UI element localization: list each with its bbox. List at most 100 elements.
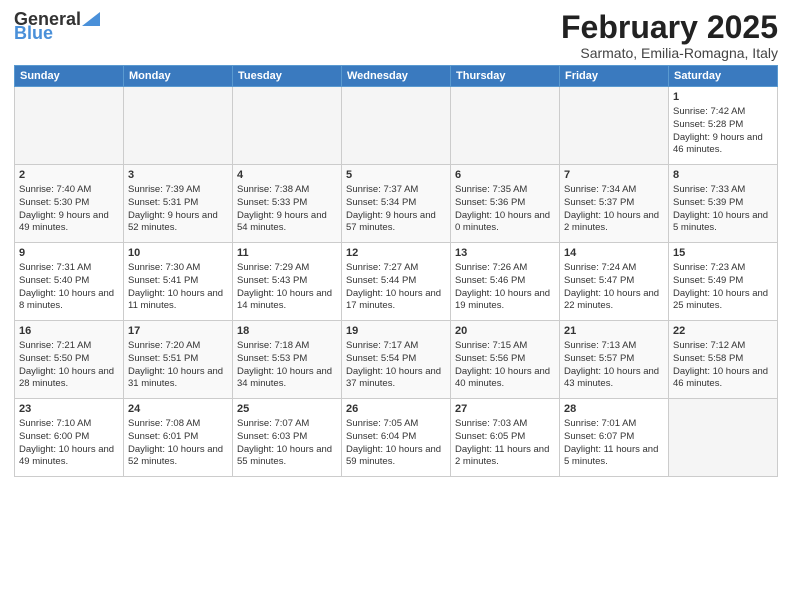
page-container: General Blue February 2025 Sarmato, Emil… <box>0 0 792 483</box>
day-info: Sunset: 6:04 PM <box>346 431 446 444</box>
table-row: 24Sunrise: 7:08 AMSunset: 6:01 PMDayligh… <box>124 399 233 477</box>
day-info: Sunrise: 7:37 AM <box>346 184 446 197</box>
day-number: 15 <box>673 246 773 261</box>
table-row: 23Sunrise: 7:10 AMSunset: 6:00 PMDayligh… <box>15 399 124 477</box>
calendar-week-row: 23Sunrise: 7:10 AMSunset: 6:00 PMDayligh… <box>15 399 778 477</box>
day-number: 27 <box>455 402 555 417</box>
day-info: Daylight: 11 hours and 5 minutes. <box>564 444 664 470</box>
day-info: Sunrise: 7:30 AM <box>128 262 228 275</box>
day-info: Daylight: 10 hours and 59 minutes. <box>346 444 446 470</box>
day-info: Sunset: 6:07 PM <box>564 431 664 444</box>
day-info: Sunrise: 7:27 AM <box>346 262 446 275</box>
day-info: Sunrise: 7:33 AM <box>673 184 773 197</box>
day-info: Sunrise: 7:12 AM <box>673 340 773 353</box>
table-row: 7Sunrise: 7:34 AMSunset: 5:37 PMDaylight… <box>560 165 669 243</box>
calendar-header-row: Sunday Monday Tuesday Wednesday Thursday… <box>15 66 778 87</box>
day-info: Daylight: 10 hours and 40 minutes. <box>455 366 555 392</box>
table-row: 12Sunrise: 7:27 AMSunset: 5:44 PMDayligh… <box>342 243 451 321</box>
day-info: Daylight: 10 hours and 46 minutes. <box>673 366 773 392</box>
day-info: Daylight: 9 hours and 52 minutes. <box>128 210 228 236</box>
day-info: Daylight: 10 hours and 5 minutes. <box>673 210 773 236</box>
day-number: 7 <box>564 168 664 183</box>
col-friday: Friday <box>560 66 669 87</box>
col-wednesday: Wednesday <box>342 66 451 87</box>
table-row: 26Sunrise: 7:05 AMSunset: 6:04 PMDayligh… <box>342 399 451 477</box>
table-row <box>124 87 233 165</box>
calendar-table: Sunday Monday Tuesday Wednesday Thursday… <box>14 65 778 477</box>
day-number: 19 <box>346 324 446 339</box>
table-row: 2Sunrise: 7:40 AMSunset: 5:30 PMDaylight… <box>15 165 124 243</box>
day-info: Sunrise: 7:31 AM <box>19 262 119 275</box>
calendar-week-row: 16Sunrise: 7:21 AMSunset: 5:50 PM Dayligh… <box>15 321 778 399</box>
table-row: 6Sunrise: 7:35 AMSunset: 5:36 PMDaylight… <box>451 165 560 243</box>
day-number: 10 <box>128 246 228 261</box>
day-info: Sunrise: 7:15 AM <box>455 340 555 353</box>
day-info: Sunrise: 7:42 AM <box>673 106 773 119</box>
day-info: Sunrise: 7:03 AM <box>455 418 555 431</box>
table-row: 15Sunrise: 7:23 AMSunset: 5:49 PMDayligh… <box>669 243 778 321</box>
day-number: 18 <box>237 324 337 339</box>
header: General Blue February 2025 Sarmato, Emil… <box>14 10 778 61</box>
day-info: Sunset: 5:58 PM <box>673 353 773 366</box>
day-info: Sunset: 5:40 PM <box>19 275 119 288</box>
table-row: 11Sunrise: 7:29 AMSunset: 5:43 PMDayligh… <box>233 243 342 321</box>
table-row <box>342 87 451 165</box>
table-row: 18Sunrise: 7:18 AMSunset: 5:53 PMDayligh… <box>233 321 342 399</box>
table-row: 20Sunrise: 7:15 AMSunset: 5:56 PMDayligh… <box>451 321 560 399</box>
day-number: 16 <box>19 324 119 339</box>
logo-blue-text: Blue <box>14 24 53 42</box>
day-info: Sunset: 5:50 PM <box>19 353 119 366</box>
day-info: Daylight: 10 hours and 8 minutes. <box>19 288 119 314</box>
day-info: Sunset: 5:46 PM <box>455 275 555 288</box>
table-row: 1Sunrise: 7:42 AMSunset: 5:28 PMDaylight… <box>669 87 778 165</box>
day-info: Daylight: 10 hours and 2 minutes. <box>564 210 664 236</box>
day-info: Sunset: 5:49 PM <box>673 275 773 288</box>
day-info: Sunrise: 7:21 AM <box>19 340 119 353</box>
table-row <box>669 399 778 477</box>
table-row: 21Sunrise: 7:13 AMSunset: 5:57 PMDayligh… <box>560 321 669 399</box>
day-info: Daylight: 10 hours and 25 minutes. <box>673 288 773 314</box>
day-number: 2 <box>19 168 119 183</box>
day-info: Sunset: 6:03 PM <box>237 431 337 444</box>
day-number: 9 <box>19 246 119 261</box>
day-info: Sunset: 5:47 PM <box>564 275 664 288</box>
day-info: Sunrise: 7:39 AM <box>128 184 228 197</box>
day-info: Sunrise: 7:26 AM <box>455 262 555 275</box>
title-block: February 2025 Sarmato, Emilia-Romagna, I… <box>561 10 778 61</box>
table-row <box>15 87 124 165</box>
day-info: Sunset: 5:33 PM <box>237 197 337 210</box>
table-row <box>233 87 342 165</box>
day-info: Sunrise: 7:13 AM <box>564 340 664 353</box>
day-info: Sunset: 5:30 PM <box>19 197 119 210</box>
day-info: Sunrise: 7:18 AM <box>237 340 337 353</box>
col-monday: Monday <box>124 66 233 87</box>
day-number: 8 <box>673 168 773 183</box>
day-info: Daylight: 10 hours and 19 minutes. <box>455 288 555 314</box>
day-info: Sunrise: 7:40 AM <box>19 184 119 197</box>
col-thursday: Thursday <box>451 66 560 87</box>
day-number: 21 <box>564 324 664 339</box>
day-info: Daylight: 10 hours and 0 minutes. <box>455 210 555 236</box>
day-info: Sunrise: 7:07 AM <box>237 418 337 431</box>
table-row: 13Sunrise: 7:26 AMSunset: 5:46 PMDayligh… <box>451 243 560 321</box>
table-row: 3Sunrise: 7:39 AMSunset: 5:31 PMDaylight… <box>124 165 233 243</box>
day-info: Daylight: 9 hours and 54 minutes. <box>237 210 337 236</box>
day-info: Daylight: 10 hours and 31 minutes. <box>128 366 228 392</box>
day-info: Sunrise: 7:17 AM <box>346 340 446 353</box>
day-info: Daylight: 10 hours and 17 minutes. <box>346 288 446 314</box>
table-row: 5Sunrise: 7:37 AMSunset: 5:34 PMDaylight… <box>342 165 451 243</box>
table-row: 16Sunrise: 7:21 AMSunset: 5:50 PMDayligh… <box>15 321 124 399</box>
day-info: Sunset: 5:36 PM <box>455 197 555 210</box>
day-info: Sunset: 5:28 PM <box>673 119 773 132</box>
day-number: 23 <box>19 402 119 417</box>
day-info: Sunrise: 7:38 AM <box>237 184 337 197</box>
day-info: Sunrise: 7:08 AM <box>128 418 228 431</box>
table-row: 9Sunrise: 7:31 AMSunset: 5:40 PMDaylight… <box>15 243 124 321</box>
day-info: Sunset: 5:53 PM <box>237 353 337 366</box>
table-row: 19Sunrise: 7:17 AMSunset: 5:54 PMDayligh… <box>342 321 451 399</box>
table-row <box>560 87 669 165</box>
day-number: 17 <box>128 324 228 339</box>
day-number: 3 <box>128 168 228 183</box>
table-row: 27Sunrise: 7:03 AMSunset: 6:05 PMDayligh… <box>451 399 560 477</box>
main-title: February 2025 <box>561 10 778 45</box>
